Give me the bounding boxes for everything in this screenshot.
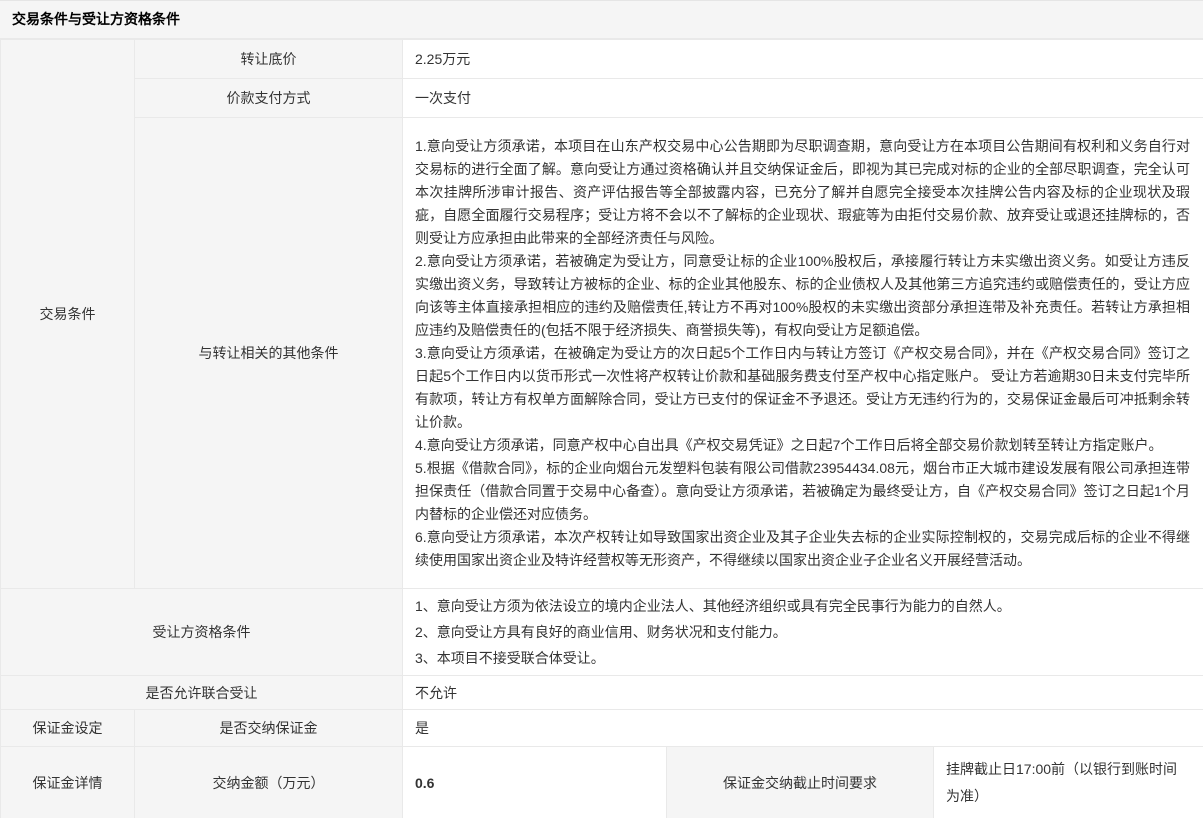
condition-paragraph: 5.根据《借款合同》，标的企业向烟台元发塑料包装有限公司借款23954434.0… (415, 457, 1190, 526)
transaction-conditions-panel: 交易条件与受让方资格条件 交易条件 转让底价 2.25万元 价款支付方式 一次支… (0, 0, 1203, 818)
table-row: 价款支付方式 一次支付 (1, 79, 1203, 118)
label-payment-method: 价款支付方式 (135, 79, 403, 118)
value-deposit-required: 是 (403, 710, 1203, 747)
value-other-conditions: 1.意向受让方须承诺，本项目在山东产权交易中心公告期即为尽职调查期，意向受让方在… (403, 118, 1203, 589)
label-deposit-amount: 交纳金额（万元） (135, 747, 403, 818)
value-payment-method: 一次支付 (403, 79, 1203, 118)
label-joint-transfer: 是否允许联合受让 (1, 676, 403, 710)
table-row: 保证金详情 交纳金额（万元） 0.6 保证金交纳截止时间要求 挂牌截止日17:0… (1, 747, 1203, 818)
value-qualification: 1、意向受让方须为依法设立的境内企业法人、其他经济组织或具有完全民事行为能力的自… (403, 589, 1203, 676)
condition-paragraph: 6.意向受让方须承诺，本次产权转让如导致国家出资企业及其子企业失去标的企业实际控… (415, 526, 1190, 572)
qualification-item: 2、意向受让方具有良好的商业信用、财务状况和支付能力。 (415, 619, 1191, 645)
table-row: 与转让相关的其他条件 1.意向受让方须承诺，本项目在山东产权交易中心公告期即为尽… (1, 118, 1203, 589)
label-qualification: 受让方资格条件 (1, 589, 403, 676)
condition-paragraph: 1.意向受让方须承诺，本项目在山东产权交易中心公告期即为尽职调查期，意向受让方在… (415, 135, 1190, 250)
table-row: 受让方资格条件 1、意向受让方须为依法设立的境内企业法人、其他经济组织或具有完全… (1, 589, 1203, 676)
value-deposit-deadline: 挂牌截止日17:00前（以银行到账时间为准） (934, 747, 1203, 818)
table-row: 是否允许联合受让 不允许 (1, 676, 1203, 710)
group-label-deposit-details: 保证金详情 (1, 747, 135, 818)
conditions-table: 交易条件 转让底价 2.25万元 价款支付方式 一次支付 与转让相关的其他条件 … (0, 39, 1203, 818)
condition-paragraph: 2.意向受让方须承诺，若被确定为受让方，同意受让标的企业100%股权后，承接履行… (415, 250, 1190, 342)
table-row: 保证金设定 是否交纳保证金 是 (1, 710, 1203, 747)
condition-paragraph: 3.意向受让方须承诺，在被确定为受让方的次日起5个工作日内与转让方签订《产权交易… (415, 342, 1190, 434)
label-other-conditions: 与转让相关的其他条件 (135, 118, 403, 589)
group-label-deposit-setting: 保证金设定 (1, 710, 135, 747)
qualification-item: 1、意向受让方须为依法设立的境内企业法人、其他经济组织或具有完全民事行为能力的自… (415, 593, 1191, 619)
value-base-price: 2.25万元 (403, 40, 1203, 79)
value-joint-transfer: 不允许 (403, 676, 1203, 710)
table-row: 交易条件 转让底价 2.25万元 (1, 40, 1203, 79)
section-title: 交易条件与受让方资格条件 (0, 1, 1203, 39)
group-label-trade-conditions: 交易条件 (1, 40, 135, 589)
value-deposit-amount: 0.6 (403, 747, 667, 818)
label-deposit-deadline: 保证金交纳截止时间要求 (667, 747, 934, 818)
label-base-price: 转让底价 (135, 40, 403, 79)
label-deposit-required: 是否交纳保证金 (135, 710, 403, 747)
qualification-item: 3、本项目不接受联合体受让。 (415, 645, 1191, 671)
condition-paragraph: 4.意向受让方须承诺，同意产权中心自出具《产权交易凭证》之日起7个工作日后将全部… (415, 434, 1190, 457)
